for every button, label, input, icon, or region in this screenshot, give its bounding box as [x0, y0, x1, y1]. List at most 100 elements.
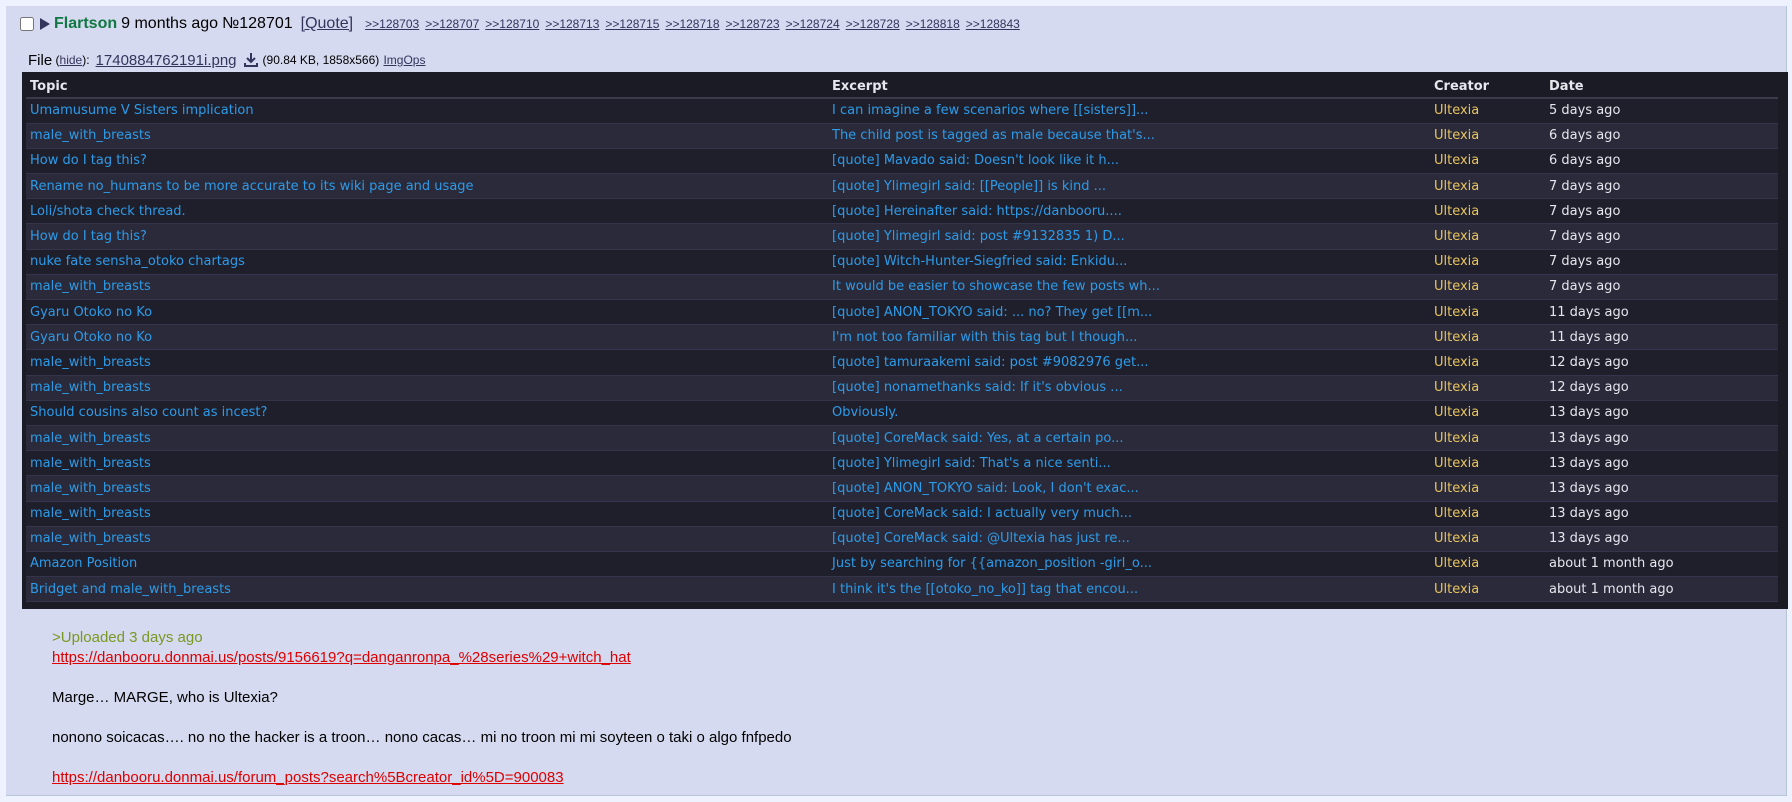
embedded-image[interactable]: Topic Excerpt Creator Date Umamusume V S… [22, 72, 1788, 609]
body-line-2: nonono soicacas…. no no the hacker is a … [52, 729, 792, 746]
excerpt-link[interactable]: [quote] CoreMack said: Yes, at a certain… [828, 425, 1430, 452]
creator-link[interactable]: Ultexia [1430, 299, 1545, 326]
table-row: Amazon Position Just by searching for {{a… [26, 551, 1778, 578]
excerpt-link[interactable]: [quote] tamuraakemi said: post #9082976 … [828, 349, 1430, 376]
creator-link[interactable]: Ultexia [1430, 324, 1545, 351]
backlink[interactable]: >>128843 [966, 17, 1020, 31]
topic-link[interactable]: nuke fate sensha_otoko chartags [26, 249, 828, 275]
topic-link[interactable]: male_with_breasts [26, 526, 828, 552]
table-row: Umamusume V Sisters implication I can ima… [26, 98, 1778, 124]
post-link-1[interactable]: https://danbooru.donmai.us/posts/9156619… [52, 649, 631, 666]
backlink[interactable]: >>128713 [545, 17, 599, 31]
excerpt-link[interactable]: I'm not too familiar with this tag but I… [828, 324, 1430, 351]
excerpt-link[interactable]: [quote] ANON_TOKYO said: ... no? They ge… [828, 299, 1430, 326]
download-icon[interactable] [243, 52, 259, 68]
creator-link[interactable]: Ultexia [1430, 349, 1545, 376]
backlink[interactable]: >>128724 [786, 17, 840, 31]
creator-link[interactable]: Ultexia [1430, 223, 1545, 250]
backlink[interactable]: >>128723 [726, 17, 780, 31]
post-time: 9 months ago [121, 15, 219, 32]
file-name-link[interactable]: 1740884762191i.png [96, 52, 237, 69]
creator-link[interactable]: Ultexia [1430, 274, 1545, 301]
creator-link[interactable]: Ultexia [1430, 98, 1545, 124]
post-link-2[interactable]: https://danbooru.donmai.us/forum_posts?s… [52, 769, 564, 786]
excerpt-link[interactable]: I can imagine a few scenarios where [[si… [828, 98, 1430, 124]
table-row: How do I tag this? [quote] Ylimegirl said… [26, 223, 1778, 250]
creator-link[interactable]: Ultexia [1430, 450, 1545, 477]
excerpt-link[interactable]: [quote] CoreMack said: @Ultexia has just… [828, 526, 1430, 552]
backlink[interactable]: >>128715 [605, 17, 659, 31]
creator-link[interactable]: Ultexia [1430, 475, 1545, 502]
topic-link[interactable]: male_with_breasts [26, 123, 828, 149]
hide-file-link[interactable]: hide [60, 53, 83, 67]
creator-link[interactable]: Ultexia [1430, 501, 1545, 527]
creator-link[interactable]: Ultexia [1430, 148, 1545, 175]
creator-link[interactable]: Ultexia [1430, 400, 1545, 426]
topic-link[interactable]: male_with_breasts [26, 425, 828, 452]
topic-link[interactable]: male_with_breasts [26, 501, 828, 527]
date-cell: 13 days ago [1545, 425, 1778, 452]
topic-link[interactable]: Bridget and male_with_breasts [26, 576, 828, 603]
table-row: male_with_breasts [quote] CoreMack said: … [26, 526, 1778, 552]
triangle-right-icon[interactable] [40, 18, 50, 30]
topic-link[interactable]: male_with_breasts [26, 475, 828, 502]
excerpt-link[interactable]: [quote] Ylimegirl said: [[People]] is ki… [828, 173, 1430, 200]
topic-link[interactable]: Rename no_humans to be more accurate to … [26, 173, 828, 200]
topic-link[interactable]: Amazon Position [26, 551, 828, 578]
date-cell: 7 days ago [1545, 173, 1778, 200]
creator-link[interactable]: Ultexia [1430, 375, 1545, 401]
topic-link[interactable]: How do I tag this? [26, 223, 828, 250]
excerpt-link[interactable]: [quote] nonamethanks said: If it's obvio… [828, 375, 1430, 401]
creator-link[interactable]: Ultexia [1430, 123, 1545, 149]
excerpt-link[interactable]: Just by searching for {{amazon_position … [828, 551, 1430, 578]
topic-link[interactable]: male_with_breasts [26, 274, 828, 301]
date-cell: 12 days ago [1545, 375, 1778, 401]
table-row: Should cousins also count as incest? Obvi… [26, 400, 1778, 426]
excerpt-link[interactable]: I think it's the [[otoko_no_ko]] tag tha… [828, 576, 1430, 603]
creator-link[interactable]: Ultexia [1430, 198, 1545, 225]
backlink[interactable]: >>128728 [846, 17, 900, 31]
post-select-checkbox[interactable] [20, 17, 34, 31]
topic-link[interactable]: male_with_breasts [26, 349, 828, 376]
column-header-creator: Creator [1430, 76, 1545, 99]
creator-link[interactable]: Ultexia [1430, 249, 1545, 275]
topic-link[interactable]: male_with_breasts [26, 375, 828, 401]
post-header: Flartson 9 months ago №128701 [Quote] >>… [16, 14, 1020, 34]
date-cell: about 1 month ago [1545, 576, 1778, 603]
table-row: Gyaru Otoko no Ko I'm not too familiar wi… [26, 324, 1778, 351]
post-body: >Uploaded 3 days ago https://danbooru.do… [52, 628, 792, 788]
topic-link[interactable]: Umamusume V Sisters implication [26, 98, 828, 124]
excerpt-link[interactable]: [quote] Hereinafter said: https://danboo… [828, 198, 1430, 225]
creator-link[interactable]: Ultexia [1430, 526, 1545, 552]
excerpt-link[interactable]: It would be easier to showcase the few p… [828, 274, 1430, 301]
excerpt-link[interactable]: The child post is tagged as male because… [828, 123, 1430, 149]
excerpt-link[interactable]: [quote] Mavado said: Doesn't look like i… [828, 148, 1430, 175]
file-info: File (hide): 1740884762191i.png (90.84 K… [28, 52, 425, 69]
creator-link[interactable]: Ultexia [1430, 551, 1545, 578]
excerpt-link[interactable]: [quote] Ylimegirl said: That's a nice se… [828, 450, 1430, 477]
excerpt-link[interactable]: [quote] CoreMack said: I actually very m… [828, 501, 1430, 527]
topic-link[interactable]: Should cousins also count as incest? [26, 400, 828, 426]
excerpt-link[interactable]: [quote] Ylimegirl said: post #9132835 1)… [828, 223, 1430, 250]
excerpt-link[interactable]: [quote] ANON_TOKYO said: Look, I don't e… [828, 475, 1430, 502]
hide-toggle-wrapper: (hide): [52, 53, 90, 67]
topic-link[interactable]: Gyaru Otoko no Ko [26, 299, 828, 326]
topic-link[interactable]: Loli/shota check thread. [26, 198, 828, 225]
backlink[interactable]: >>128703 [365, 17, 419, 31]
creator-link[interactable]: Ultexia [1430, 425, 1545, 452]
backlink[interactable]: >>128710 [485, 17, 539, 31]
excerpt-link[interactable]: Obviously. [828, 400, 1430, 426]
backlink[interactable]: >>128718 [665, 17, 719, 31]
backlink[interactable]: >>128818 [906, 17, 960, 31]
post-number[interactable]: №128701 [222, 15, 293, 33]
excerpt-link[interactable]: [quote] Witch-Hunter-Siegfried said: Enk… [828, 249, 1430, 275]
quote-link[interactable]: [Quote] [301, 15, 353, 33]
topic-link[interactable]: Gyaru Otoko no Ko [26, 324, 828, 351]
topic-link[interactable]: male_with_breasts [26, 450, 828, 477]
creator-link[interactable]: Ultexia [1430, 173, 1545, 200]
topic-link[interactable]: How do I tag this? [26, 148, 828, 175]
creator-link[interactable]: Ultexia [1430, 576, 1545, 603]
imgops-link[interactable]: ImgOps [383, 53, 425, 67]
table-row: Bridget and male_with_breasts I think it'… [26, 576, 1778, 603]
backlink[interactable]: >>128707 [425, 17, 479, 31]
